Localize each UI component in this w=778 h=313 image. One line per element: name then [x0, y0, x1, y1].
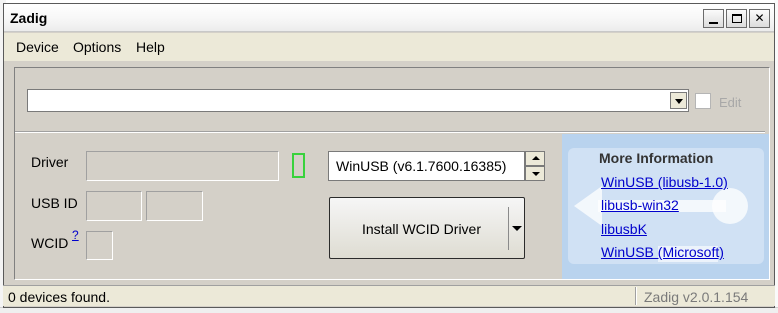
driver-spin-up-button[interactable] [525, 151, 545, 166]
close-button[interactable]: ✕ [749, 9, 770, 28]
install-driver-button[interactable]: Install WCID Driver [329, 197, 525, 259]
wcid-label: WCID [31, 235, 69, 251]
minimize-icon [709, 22, 718, 24]
edit-checkbox-label: Edit [719, 95, 742, 110]
link-winusb-libusb[interactable]: WinUSB (libusb-1.0) [601, 174, 728, 190]
spin-up-icon [532, 156, 540, 160]
menu-options[interactable]: Options [73, 39, 121, 55]
status-message: 0 devices found. [8, 289, 110, 305]
current-driver-field [86, 151, 279, 181]
driver-arrow-indicator [292, 153, 305, 178]
dropdown-arrow-icon[interactable] [512, 226, 522, 231]
more-information-panel: More Information WinUSB (libusb-1.0) lib… [562, 134, 769, 279]
close-icon: ✕ [754, 11, 765, 25]
maximize-icon [732, 14, 742, 23]
spin-down-icon [532, 172, 540, 176]
install-driver-label: Install WCID Driver [362, 221, 482, 237]
link-libusb-win32[interactable]: libusb-win32 [601, 197, 679, 213]
status-separator [635, 287, 637, 305]
chevron-down-icon [675, 99, 683, 104]
version-label: Zadig v2.0.1.154 [644, 289, 749, 305]
usb-id-label: USB ID [31, 195, 78, 211]
menu-device[interactable]: Device [16, 39, 59, 55]
more-information-title: More Information [599, 150, 714, 166]
minimize-button[interactable] [703, 9, 724, 28]
device-select-dropdown-button[interactable] [670, 92, 687, 109]
title-bar[interactable]: Zadig ✕ [4, 4, 774, 32]
edit-checkbox[interactable] [695, 93, 711, 109]
target-driver-selector[interactable]: WinUSB (v6.1.7600.16385) [328, 151, 525, 181]
menu-bar: Device Options Help [4, 33, 774, 61]
split-divider [508, 207, 509, 250]
driver-label: Driver [31, 154, 69, 170]
divider [15, 131, 765, 133]
link-libusbk[interactable]: libusbK [601, 221, 647, 237]
usb-pid-field [146, 191, 203, 221]
usb-vid-field [86, 191, 142, 221]
wcid-help-link[interactable]: ? [72, 228, 79, 242]
device-select[interactable] [27, 89, 689, 112]
maximize-button[interactable] [726, 9, 747, 28]
driver-spin-down-button[interactable] [525, 166, 545, 181]
window-title: Zadig [10, 10, 48, 26]
link-winusb-microsoft[interactable]: WinUSB (Microsoft) [601, 244, 724, 260]
status-bar: 0 devices found. Zadig v2.0.1.154 [3, 285, 775, 306]
target-driver-value: WinUSB (v6.1.7600.16385) [336, 158, 507, 174]
wcid-field [86, 231, 113, 260]
menu-help[interactable]: Help [136, 39, 165, 55]
